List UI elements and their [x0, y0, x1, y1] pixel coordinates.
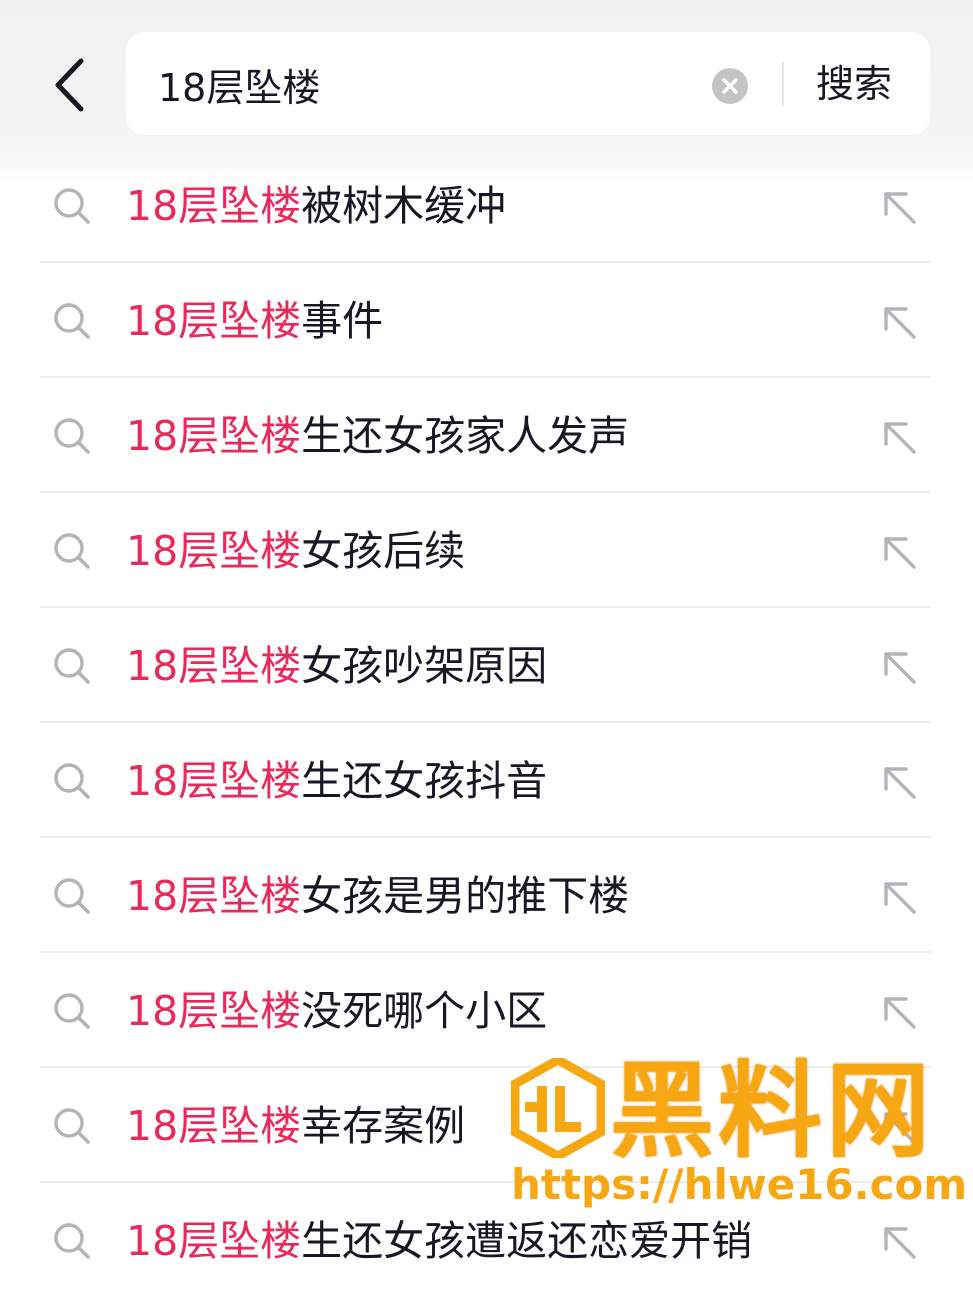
arrow-up-left-icon[interactable] [876, 644, 922, 690]
suggestion-item[interactable]: 18层坠楼女孩后续 [0, 493, 973, 608]
suggestion-highlight: 18层坠楼 [126, 182, 302, 230]
search-button[interactable]: 搜索 [816, 56, 892, 112]
suggestion-text: 18层坠楼女孩后续 [126, 523, 465, 579]
arrow-up-left-icon[interactable] [876, 989, 922, 1035]
search-icon [54, 533, 90, 569]
suggestion-text: 18层坠楼事件 [126, 293, 383, 349]
suggestion-item[interactable]: 18层坠楼生还女孩遭返还恋爱开销 [0, 1183, 973, 1298]
search-icon [54, 303, 90, 339]
suggestion-text: 18层坠楼女孩是男的推下楼 [126, 868, 629, 924]
suggestion-highlight: 18层坠楼 [126, 987, 302, 1035]
suggestion-rest: 幸存案例 [301, 1102, 466, 1150]
arrow-up-left-icon[interactable] [876, 759, 922, 805]
suggestion-highlight: 18层坠楼 [126, 1217, 302, 1265]
back-button[interactable] [40, 50, 100, 120]
arrow-up-left-icon[interactable] [876, 874, 922, 920]
suggestion-rest: 生还女孩抖音 [301, 757, 548, 805]
arrow-up-left-icon[interactable] [876, 414, 922, 460]
search-icon [54, 993, 90, 1029]
arrow-up-left-icon[interactable] [876, 299, 922, 345]
suggestion-text: 18层坠楼女孩吵架原因 [126, 638, 547, 694]
suggestion-highlight: 18层坠楼 [126, 1102, 302, 1150]
search-box: 搜索 [126, 32, 930, 135]
search-icon [54, 648, 90, 684]
suggestion-text: 18层坠楼被树木缓冲 [126, 178, 506, 234]
suggestion-highlight: 18层坠楼 [126, 297, 302, 345]
arrow-up-left-icon[interactable] [876, 184, 922, 230]
suggestion-item[interactable]: 18层坠楼女孩是男的推下楼 [0, 838, 973, 953]
arrow-up-left-icon[interactable] [876, 529, 922, 575]
search-icon [54, 878, 90, 914]
suggestion-text: 18层坠楼生还女孩家人发声 [126, 408, 629, 464]
suggestion-item[interactable]: 18层坠楼生还女孩家人发声 [0, 378, 973, 493]
arrow-up-left-icon[interactable] [876, 1219, 922, 1265]
suggestion-item[interactable]: 18层坠楼事件 [0, 263, 973, 378]
suggestion-rest: 女孩后续 [301, 527, 466, 575]
search-input[interactable] [158, 54, 698, 114]
suggestion-highlight: 18层坠楼 [126, 642, 302, 690]
clear-circle-icon [722, 78, 738, 94]
suggestion-item[interactable]: 18层坠楼幸存案例 [0, 1068, 973, 1183]
suggestion-highlight: 18层坠楼 [126, 757, 302, 805]
suggestion-text: 18层坠楼幸存案例 [126, 1098, 465, 1154]
chevron-left-icon [55, 58, 84, 112]
suggestion-text: 18层坠楼生还女孩遭返还恋爱开销 [126, 1213, 752, 1269]
search-icon [54, 188, 90, 224]
search-icon [54, 1223, 90, 1259]
clear-search-button[interactable] [712, 68, 748, 104]
suggestion-text: 18层坠楼没死哪个小区 [126, 983, 547, 1039]
suggestion-rest: 被树木缓冲 [301, 182, 507, 230]
suggestion-rest: 没死哪个小区 [301, 987, 548, 1035]
search-icon [54, 418, 90, 454]
suggestion-text: 18层坠楼生还女孩抖音 [126, 753, 547, 809]
arrow-up-left-icon[interactable] [876, 1104, 922, 1150]
search-divider [782, 62, 784, 105]
suggestion-highlight: 18层坠楼 [126, 527, 302, 575]
suggestion-list: 18层坠楼被树木缓冲 18层坠楼事件 18层坠楼生还女孩家人发声 18层坠楼女孩后续 1… [0, 148, 973, 1298]
suggestion-rest: 女孩是男的推下楼 [301, 872, 630, 920]
search-icon [54, 763, 90, 799]
suggestion-item[interactable]: 18层坠楼女孩吵架原因 [0, 608, 973, 723]
suggestion-rest: 生还女孩家人发声 [301, 412, 630, 460]
suggestion-item[interactable]: 18层坠楼被树木缓冲 [0, 148, 973, 263]
suggestion-rest: 事件 [301, 297, 384, 345]
suggestion-highlight: 18层坠楼 [126, 872, 302, 920]
suggestion-highlight: 18层坠楼 [126, 412, 302, 460]
suggestion-item[interactable]: 18层坠楼生还女孩抖音 [0, 723, 973, 838]
suggestion-rest: 女孩吵架原因 [301, 642, 548, 690]
search-icon [54, 1108, 90, 1144]
suggestion-item[interactable]: 18层坠楼没死哪个小区 [0, 953, 973, 1068]
suggestion-rest: 生还女孩遭返还恋爱开销 [301, 1217, 753, 1265]
